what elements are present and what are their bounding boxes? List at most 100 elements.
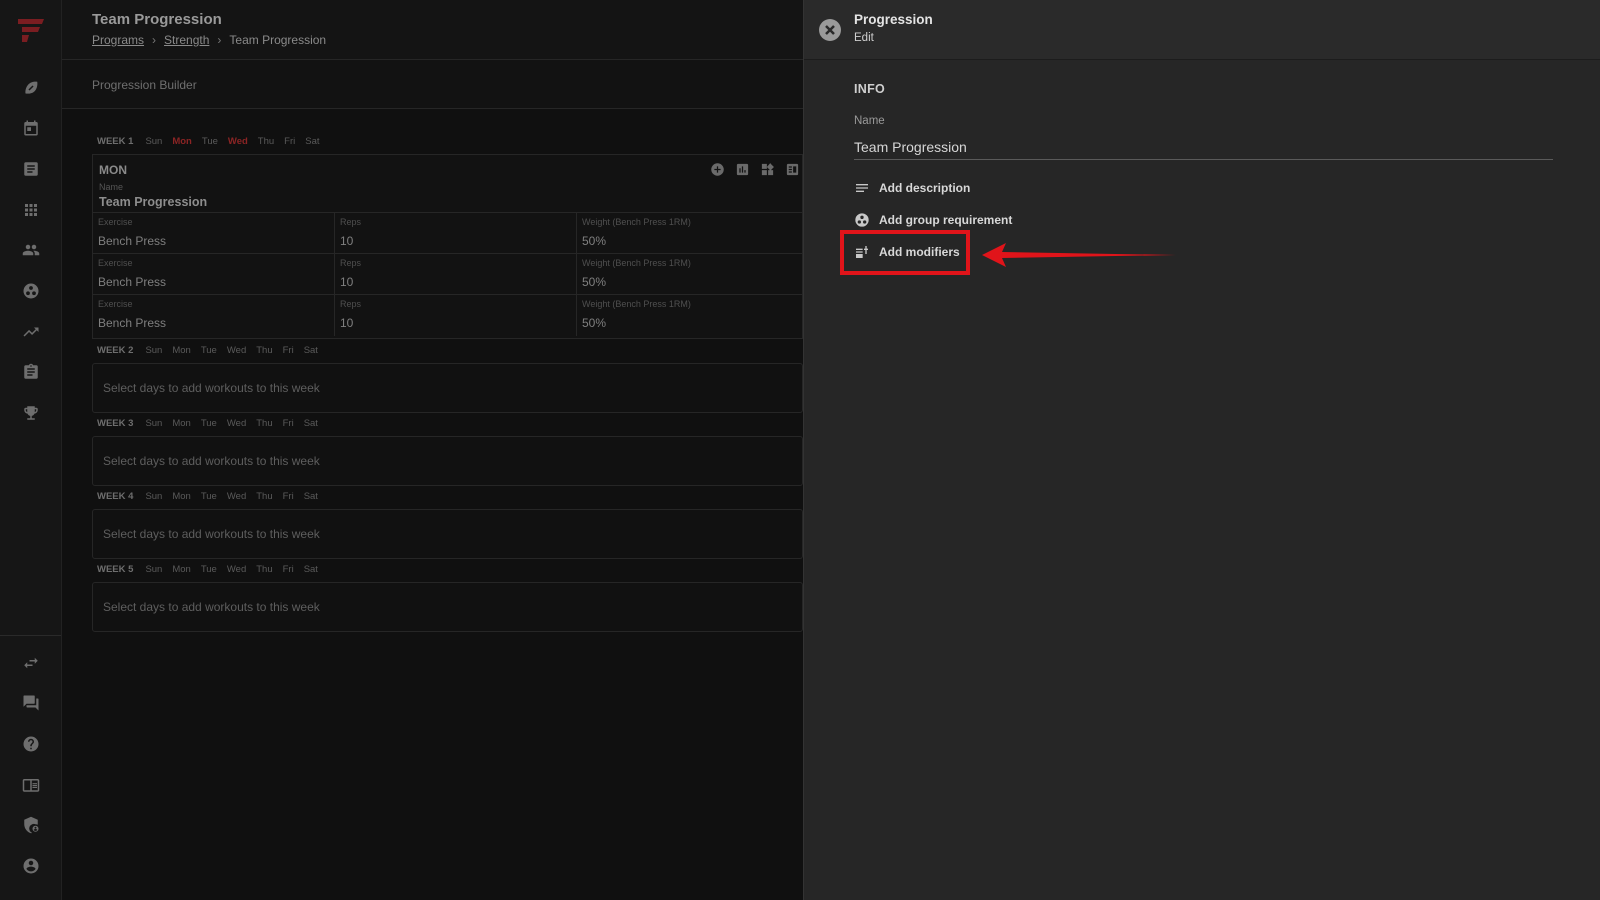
day-toggle-wed[interactable]: Wed — [227, 418, 246, 429]
day-toggle-thu[interactable]: Thu — [256, 345, 272, 356]
week-header: WEEK 5 Sun Mon Tue Wed Thu Fri Sat — [97, 564, 318, 575]
help-icon[interactable] — [19, 732, 43, 756]
reps-value[interactable]: 10 — [340, 316, 353, 330]
day-toggle-sat[interactable]: Sat — [305, 136, 319, 147]
account-icon[interactable] — [19, 854, 43, 878]
swap-icon[interactable] — [19, 651, 43, 675]
column-label-weight: Weight (Bench Press 1RM) — [582, 299, 691, 309]
add-description-button[interactable]: Add description — [854, 177, 970, 199]
chevron-right-icon: › — [217, 33, 222, 47]
day-toggle-fri[interactable]: Fri — [284, 136, 295, 147]
day-toggle-fri[interactable]: Fri — [283, 418, 294, 429]
day-toggle-mon[interactable]: Mon — [172, 491, 190, 502]
day-toggle-mon[interactable]: Mon — [172, 564, 190, 575]
day-toggle-sat[interactable]: Sat — [304, 418, 318, 429]
weight-value[interactable]: 50% — [582, 234, 606, 248]
card-toolbar — [709, 161, 800, 177]
annotation-highlight-box — [840, 230, 970, 275]
trending-icon[interactable] — [19, 320, 43, 344]
day-toggle-wed[interactable]: Wed — [228, 136, 248, 147]
day-toggle-wed[interactable]: Wed — [227, 345, 246, 356]
day-toggle-sun[interactable]: Sun — [145, 345, 162, 356]
group-icon — [855, 213, 869, 227]
day-toggle-sun[interactable]: Sun — [145, 491, 162, 502]
day-toggle-fri[interactable]: Fri — [283, 564, 294, 575]
notes-icon[interactable] — [19, 157, 43, 181]
empty-week-box[interactable]: Select days to add workouts to this week — [92, 582, 803, 632]
empty-week-text: Select days to add workouts to this week — [103, 600, 320, 614]
trophy-icon[interactable] — [19, 401, 43, 425]
day-title: MON — [99, 163, 127, 177]
day-toggle-sat[interactable]: Sat — [304, 345, 318, 356]
column-label-reps: Reps — [340, 299, 362, 309]
day-toggle-tue[interactable]: Tue — [201, 564, 217, 575]
day-toggle-fri[interactable]: Fri — [283, 345, 294, 356]
day-toggle-sun[interactable]: Sun — [145, 418, 162, 429]
day-toggle-sun[interactable]: Sun — [145, 564, 162, 575]
breadcrumb-programs[interactable]: Programs — [92, 33, 144, 47]
widgets-icon[interactable] — [759, 161, 775, 177]
table-row[interactable]: Exercise Bench Press Reps 10 Weight (Bench… — [93, 212, 803, 254]
weight-value[interactable]: 50% — [582, 275, 606, 289]
people-icon[interactable] — [19, 238, 43, 262]
day-card-mon[interactable]: MON Name Team Progression Exercise Bench … — [92, 154, 803, 339]
close-button[interactable] — [819, 19, 841, 41]
add-circle-icon[interactable] — [709, 161, 725, 177]
group-icon[interactable] — [19, 279, 43, 303]
add-description-label: Add description — [879, 181, 971, 195]
day-toggle-tue[interactable]: Tue — [201, 345, 217, 356]
day-toggle-thu[interactable]: Thu — [256, 418, 272, 429]
exercise-value[interactable]: Bench Press — [98, 316, 166, 330]
week-label: WEEK 2 — [97, 345, 134, 356]
reps-value[interactable]: 10 — [340, 234, 353, 248]
day-toggle-sat[interactable]: Sat — [304, 491, 318, 502]
column-label-reps: Reps — [340, 258, 362, 268]
empty-week-box[interactable]: Select days to add workouts to this week — [92, 436, 803, 486]
day-toggle-wed[interactable]: Wed — [227, 491, 246, 502]
exercise-value[interactable]: Bench Press — [98, 275, 166, 289]
name-label: Name — [99, 182, 124, 192]
day-toggle-fri[interactable]: Fri — [283, 491, 294, 502]
weight-value[interactable]: 50% — [582, 316, 606, 330]
table-row[interactable]: Exercise Bench Press Reps 10 Weight (Bench… — [93, 294, 803, 336]
empty-week-box[interactable]: Select days to add workouts to this week — [92, 509, 803, 559]
table-row[interactable]: Exercise Bench Press Reps 10 Weight (Bench… — [93, 253, 803, 295]
day-toggle-sat[interactable]: Sat — [304, 564, 318, 575]
day-toggle-mon[interactable]: Mon — [172, 418, 190, 429]
exercise-value[interactable]: Bench Press — [98, 234, 166, 248]
chat-icon[interactable] — [19, 691, 43, 715]
page-title: Team Progression — [92, 11, 222, 28]
shield-icon[interactable] — [19, 813, 43, 837]
reps-value[interactable]: 10 — [340, 275, 353, 289]
clipboard-icon[interactable] — [19, 360, 43, 384]
day-toggle-wed[interactable]: Wed — [227, 564, 246, 575]
week-label: WEEK 5 — [97, 564, 134, 575]
day-toggle-thu[interactable]: Thu — [256, 564, 272, 575]
empty-week-text: Select days to add workouts to this week — [103, 454, 320, 468]
app-logo[interactable] — [16, 18, 46, 48]
breadcrumb-strength[interactable]: Strength — [164, 33, 209, 47]
day-toggle-thu[interactable]: Thu — [258, 136, 274, 147]
day-toggle-tue[interactable]: Tue — [201, 418, 217, 429]
annotation-arrow — [982, 243, 1176, 267]
column-label-weight: Weight (Bench Press 1RM) — [582, 217, 691, 227]
day-toggle-tue[interactable]: Tue — [202, 136, 218, 147]
workout-name[interactable]: Team Progression — [99, 195, 207, 209]
day-toggle-mon[interactable]: Mon — [172, 345, 190, 356]
day-toggle-mon[interactable]: Mon — [172, 136, 192, 147]
chart-icon[interactable] — [734, 161, 750, 177]
add-group-requirement-button[interactable]: Add group requirement — [854, 209, 1012, 231]
calendar-icon[interactable] — [19, 116, 43, 140]
empty-week-box[interactable]: Select days to add workouts to this week — [92, 363, 803, 413]
library-icon[interactable] — [19, 773, 43, 797]
grid-icon[interactable] — [19, 198, 43, 222]
empty-week-text: Select days to add workouts to this week — [103, 381, 320, 395]
day-toggle-tue[interactable]: Tue — [201, 491, 217, 502]
football-icon[interactable] — [19, 76, 43, 100]
day-toggle-sun[interactable]: Sun — [145, 136, 162, 147]
column-label-reps: Reps — [340, 217, 362, 227]
list-icon[interactable] — [784, 161, 800, 177]
day-toggle-thu[interactable]: Thu — [256, 491, 272, 502]
breadcrumb-current: Team Progression — [229, 33, 327, 47]
name-field[interactable] — [854, 134, 1553, 160]
